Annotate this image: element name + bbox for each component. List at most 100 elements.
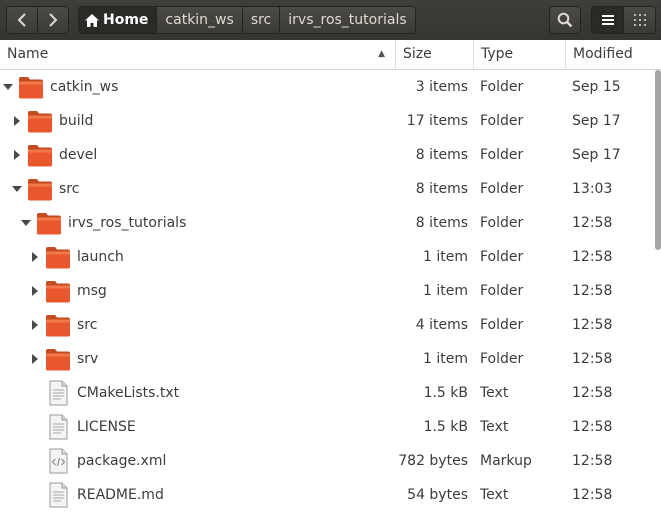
file-type: Markup — [480, 453, 532, 469]
file-type: Folder — [480, 79, 524, 95]
folder-icon — [26, 107, 54, 135]
expander-expanded-icon[interactable] — [3, 80, 13, 94]
crumb-catkin-ws[interactable]: catkin_ws — [156, 6, 243, 34]
folder-icon — [44, 345, 72, 373]
file-row[interactable]: build 17 items Folder Sep 17 — [0, 104, 661, 138]
file-row[interactable]: catkin_ws 3 items Folder Sep 15 — [0, 70, 661, 104]
file-type: Text — [480, 487, 509, 503]
folder-icon — [44, 243, 72, 271]
folder-icon — [26, 175, 54, 203]
file-type: Folder — [480, 249, 524, 265]
file-row[interactable]: irvs_ros_tutorials 8 items Folder 12:58 — [0, 206, 661, 240]
header-type[interactable]: Type — [473, 40, 565, 69]
file-modified: 12:58 — [572, 215, 613, 231]
file-type: Folder — [480, 113, 524, 129]
file-type: Folder — [480, 215, 524, 231]
file-modified: 12:58 — [572, 385, 613, 401]
file-modified: 12:58 — [572, 249, 613, 265]
search-button[interactable] — [549, 6, 581, 34]
chevron-left-icon — [17, 13, 26, 27]
file-type: Text — [480, 385, 509, 401]
file-row[interactable]: src 8 items Folder 13:03 — [0, 172, 661, 206]
file-size: 1 item — [423, 249, 468, 265]
home-icon — [85, 13, 99, 27]
file-type: Folder — [480, 283, 524, 299]
file-row[interactable]: devel 8 items Folder Sep 17 — [0, 138, 661, 172]
file-size: 1 item — [423, 283, 468, 299]
search-icon — [557, 12, 573, 28]
file-modified: 12:58 — [572, 419, 613, 435]
file-type: Folder — [480, 181, 524, 197]
list-view-button[interactable] — [591, 6, 624, 34]
file-modified: 12:58 — [572, 317, 613, 333]
text-file-icon — [44, 379, 72, 407]
file-name: LICENSE — [77, 419, 136, 435]
sort-ascending-icon: ▲ — [378, 49, 385, 59]
back-button[interactable] — [6, 6, 38, 34]
file-row[interactable]: msg 1 item Folder 12:58 — [0, 274, 661, 308]
file-name: srv — [77, 351, 99, 367]
file-size: 8 items — [415, 215, 468, 231]
text-file-icon — [44, 413, 72, 441]
file-name: build — [59, 113, 94, 129]
toolbar: Home catkin_ws src irvs_ros_tutorials — [0, 0, 661, 41]
file-modified: Sep 17 — [572, 113, 621, 129]
file-size: 1.5 kB — [423, 385, 468, 401]
forward-button[interactable] — [37, 6, 69, 34]
breadcrumb: Home catkin_ws src irvs_ros_tutorials — [78, 6, 416, 34]
header-name[interactable]: Name ▲ — [0, 40, 395, 69]
file-modified: 12:58 — [572, 283, 613, 299]
expander-expanded-icon[interactable] — [21, 216, 31, 230]
crumb-irvs-ros-tutorials[interactable]: irvs_ros_tutorials — [279, 6, 416, 34]
file-name: launch — [77, 249, 124, 265]
file-row[interactable]: launch 1 item Folder 12:58 — [0, 240, 661, 274]
file-row[interactable]: README.md 54 bytes Text 12:58 — [0, 478, 661, 512]
file-size: 3 items — [415, 79, 468, 95]
file-modified: Sep 17 — [572, 147, 621, 163]
file-size: 4 items — [415, 317, 468, 333]
column-header: Name ▲ Size Type Modified — [0, 40, 661, 70]
file-type: Folder — [480, 147, 524, 163]
folder-icon — [44, 311, 72, 339]
file-row[interactable]: LICENSE 1.5 kB Text 12:58 — [0, 410, 661, 444]
expander-collapsed-icon[interactable] — [12, 148, 22, 162]
file-name: irvs_ros_tutorials — [68, 215, 187, 231]
file-name: src — [77, 317, 98, 333]
header-name-label: Name — [7, 46, 49, 62]
file-name: src — [59, 181, 80, 197]
file-name: README.md — [77, 487, 164, 503]
expander-expanded-icon[interactable] — [12, 182, 22, 196]
expander-collapsed-icon[interactable] — [30, 250, 40, 264]
header-size[interactable]: Size — [395, 40, 473, 69]
grid-view-icon — [633, 14, 646, 26]
file-type: Text — [480, 419, 509, 435]
file-modified: 12:58 — [572, 453, 613, 469]
file-modified: 12:58 — [572, 487, 613, 503]
file-name: package.xml — [77, 453, 167, 469]
header-modified[interactable]: Modified — [565, 40, 661, 69]
crumb-home[interactable]: Home — [78, 6, 158, 34]
markup-file-icon — [44, 447, 72, 475]
file-type: Folder — [480, 351, 524, 367]
folder-icon — [17, 73, 45, 101]
expander-collapsed-icon[interactable] — [30, 318, 40, 332]
file-size: 782 bytes — [398, 453, 468, 469]
file-name: devel — [59, 147, 98, 163]
file-size: 8 items — [415, 147, 468, 163]
expander-collapsed-icon[interactable] — [30, 352, 40, 366]
crumb-src[interactable]: src — [241, 6, 281, 34]
file-row[interactable]: src 4 items Folder 12:58 — [0, 308, 661, 342]
file-list: catkin_ws 3 items Folder Sep 15 build 17 item… — [0, 70, 661, 520]
grid-view-button[interactable] — [623, 6, 656, 34]
list-view-icon — [601, 15, 614, 25]
file-row[interactable]: srv 1 item Folder 12:58 — [0, 342, 661, 376]
file-row[interactable]: package.xml 782 bytes Markup 12:58 — [0, 444, 661, 478]
expander-collapsed-icon[interactable] — [12, 114, 22, 128]
scrollbar[interactable] — [655, 70, 661, 250]
expander-collapsed-icon[interactable] — [30, 284, 40, 298]
file-name: msg — [77, 283, 107, 299]
file-row[interactable]: CMakeLists.txt 1.5 kB Text 12:58 — [0, 376, 661, 410]
text-file-icon — [44, 481, 72, 509]
file-size: 17 items — [406, 113, 468, 129]
folder-icon — [26, 141, 54, 169]
